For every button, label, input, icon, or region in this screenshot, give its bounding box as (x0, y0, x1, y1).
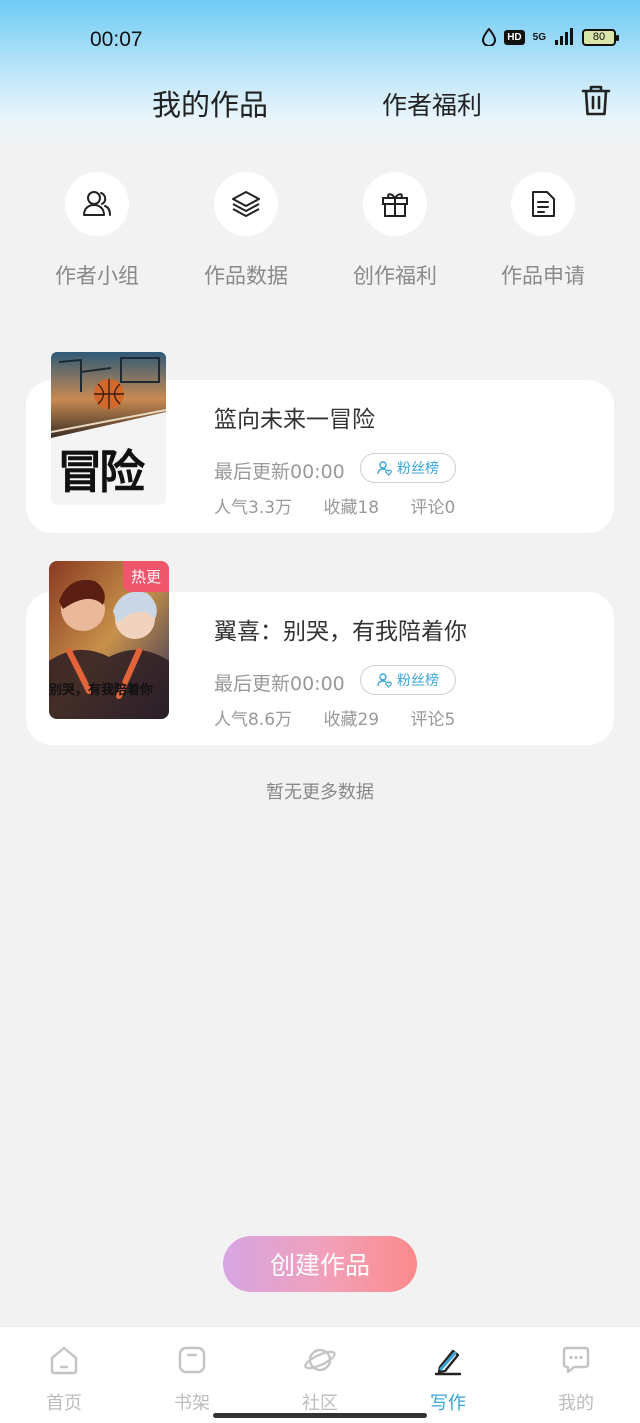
quick-action-work-data[interactable]: 作品数据 (171, 172, 321, 290)
quick-action-label: 作品数据 (204, 264, 288, 288)
last-update: 最后更新00:00 (214, 673, 345, 695)
fan-rank-label: 粉丝榜 (397, 461, 439, 477)
work-stats: 人气3.3万 收藏18 评论0 (214, 493, 481, 518)
network-label: 5G (532, 31, 546, 43)
nav-item-mine[interactable]: 我的 (512, 1343, 640, 1415)
quick-action-label: 作者小组 (55, 264, 139, 288)
no-more-data-text: 暂无更多数据 (266, 782, 374, 803)
battery-icon: 80 (582, 28, 619, 46)
work-stats: 人气8.6万 收藏29 评论5 (214, 705, 481, 730)
cover-title-text: 冒险 (57, 445, 145, 499)
favorites: 收藏18 (323, 498, 380, 518)
quick-action-label: 创作福利 (353, 264, 437, 288)
quick-action-circle (363, 172, 427, 236)
quick-action-label: 作品申请 (501, 264, 585, 288)
battery-level: 80 (592, 31, 606, 43)
quick-action-creation-benefits[interactable]: 创作福利 (320, 172, 470, 290)
cover-title-text: 别哭，有我陪着你 (49, 683, 154, 698)
pen-icon (434, 1349, 462, 1376)
layers-icon (232, 191, 260, 217)
bottom-navigation: 首页 书架 社区 写作 我的 (0, 1326, 640, 1423)
nav-label: 首页 (46, 1393, 82, 1414)
hd-badge: HD (504, 29, 525, 45)
nav-label: 社区 (302, 1393, 338, 1414)
work-cover-image[interactable]: 冒险 (51, 352, 166, 505)
header: 我的作品 作者福利 (0, 78, 640, 128)
home-icon (50, 1346, 78, 1375)
gift-icon (382, 193, 408, 217)
home-indicator (213, 1413, 427, 1418)
nav-item-writing[interactable]: 写作 (384, 1343, 512, 1415)
status-icons: HD 5G 80 (482, 28, 619, 46)
fan-rank-button[interactable]: 粉丝榜 (360, 453, 456, 483)
drop-icon (482, 28, 497, 46)
popularity: 人气3.3万 (214, 498, 293, 518)
quick-action-circle (65, 172, 129, 236)
group-icon (83, 191, 111, 216)
user-heart-icon (377, 673, 392, 688)
popularity: 人气8.6万 (214, 710, 293, 730)
quick-action-circle (214, 172, 278, 236)
fan-rank-label: 粉丝榜 (397, 673, 439, 689)
work-title: 翼喜：别哭，有我陪着你 (214, 619, 467, 645)
quick-action-author-group[interactable]: 作者小组 (22, 172, 172, 290)
bookshelf-icon (178, 1346, 206, 1374)
user-heart-icon (377, 461, 392, 476)
nav-item-community[interactable]: 社区 (256, 1343, 384, 1415)
tab-my-works[interactable]: 我的作品 (152, 82, 268, 124)
status-bar: 00:07 HD 5G 80 (0, 0, 640, 80)
last-update: 最后更新00:00 (214, 461, 345, 483)
work-cover-image[interactable]: 别哭，有我陪着你 热更 (49, 561, 169, 719)
signal-icon (555, 28, 573, 45)
comments: 评论0 (410, 498, 456, 518)
favorites: 收藏29 (323, 710, 380, 730)
nav-item-bookshelf[interactable]: 书架 (128, 1343, 256, 1415)
status-time: 00:07 (90, 28, 143, 51)
nav-label: 我的 (558, 1393, 594, 1414)
comments: 评论5 (410, 710, 456, 730)
planet-icon (304, 1348, 336, 1372)
quick-actions: 作者小组 作品数据 创作福利 作品申请 (0, 172, 640, 302)
create-work-button[interactable]: 创建作品 (223, 1236, 417, 1292)
chat-bubble-icon (562, 1346, 590, 1374)
quick-action-circle (511, 172, 575, 236)
trash-icon[interactable] (578, 82, 614, 118)
document-icon (532, 191, 555, 217)
nav-label: 书架 (174, 1393, 210, 1414)
work-title: 篮向未来一冒险 (214, 407, 375, 433)
nav-label: 写作 (430, 1393, 466, 1414)
hot-update-badge: 热更 (122, 561, 169, 592)
nav-item-home[interactable]: 首页 (0, 1343, 128, 1415)
quick-action-work-application[interactable]: 作品申请 (468, 172, 618, 290)
fan-rank-button[interactable]: 粉丝榜 (360, 665, 456, 695)
tab-author-benefits[interactable]: 作者福利 (382, 86, 482, 122)
